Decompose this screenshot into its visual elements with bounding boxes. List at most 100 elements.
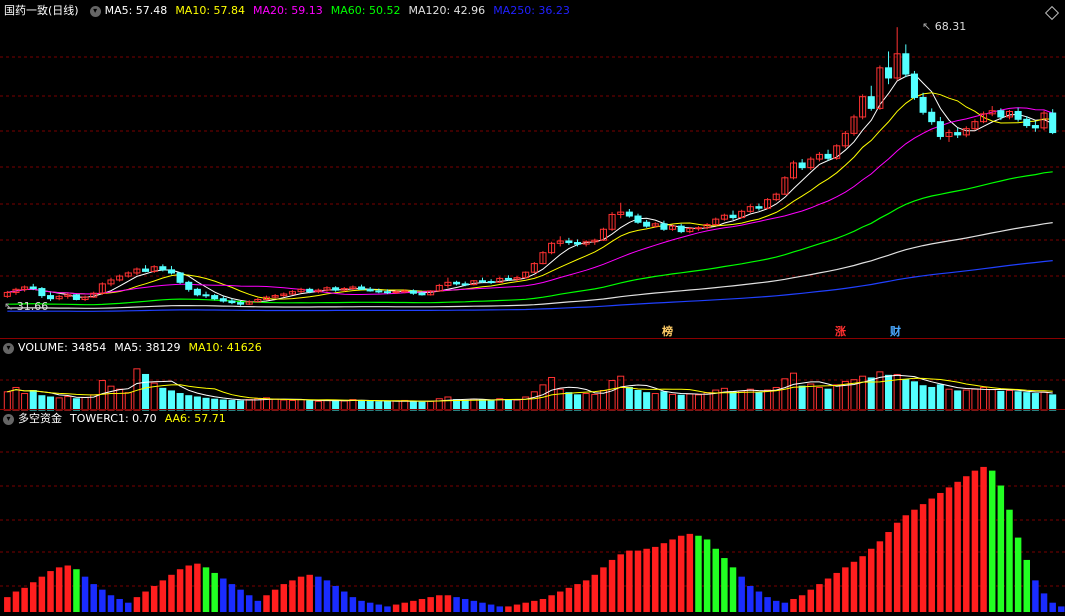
candle-body [634,215,642,223]
tower-bar [47,571,54,612]
volume-bar [107,385,115,411]
tower-bar [55,567,63,612]
tower-bar [263,595,270,612]
candle-body [46,295,55,300]
indicator-tower-0: TOWERC1: 0.70 [70,412,157,425]
volume-bar [142,373,150,411]
candle-body [228,300,236,304]
candle-body [478,280,487,283]
candle-body [729,214,737,219]
candle-body [237,302,245,305]
tower-bar [850,561,858,612]
tower-bar [176,569,184,612]
tower-bar [479,602,486,612]
tower-bar [911,509,918,612]
candle-body [1014,111,1022,120]
event-tag-cai[interactable]: 财 [890,323,901,339]
volume-bar [3,391,11,411]
volume-bar [686,393,694,411]
volume-bar [617,375,625,411]
candle-body [885,67,893,79]
tower-bar [29,582,37,612]
volume-menu-icon[interactable]: ▾ [3,342,14,354]
tower-bar [505,606,512,612]
tower-bar [781,602,789,612]
tower-bar [38,576,46,612]
tower-bar [280,584,288,612]
tower-bar [1040,593,1048,612]
candle-body [401,290,409,293]
tower-bar [159,580,167,612]
tower-bar [919,504,927,612]
candle-body [142,268,150,272]
tower-bar [816,584,823,612]
candle-body [461,283,469,286]
tower-bar [686,533,694,612]
tower-bar [384,606,391,612]
indicator-tower-1: AA6: 57.71 [164,412,226,425]
tower-bar [928,498,935,612]
tower-bar [21,587,28,612]
tower-bar [963,476,970,612]
tower-bar [289,580,296,612]
volume-bar [919,385,927,411]
tower-bar [90,584,97,612]
tower-bar [608,559,616,612]
event-tag-zhang[interactable]: 涨 [835,323,846,339]
volume-bar [694,394,702,411]
tower-menu-icon[interactable]: ▾ [3,413,14,425]
tower-bar [677,535,685,612]
panel-menu-icon[interactable]: ▾ [89,5,101,17]
tower-bar [254,600,262,612]
volume-bar [1005,390,1014,411]
candle-body [72,294,80,300]
volume-bar [997,390,1005,411]
volume-bar [677,394,685,411]
candle-body [366,288,374,292]
candle-body [1049,112,1057,134]
volume-bar [530,391,538,411]
volume-bar [21,393,29,411]
tower-bar [410,600,417,612]
event-tag-bang[interactable]: 榜 [662,323,673,339]
volume-bar [124,392,132,411]
high-price-label: ↖ 68.31 [922,20,967,33]
volume-bar [64,396,72,411]
volume-bar [867,377,875,411]
tower-bar [202,567,210,612]
tower-bar [444,595,452,612]
candle-body [504,277,512,280]
candle-body [660,223,668,230]
tower-bar [885,532,892,612]
tower-bar [297,576,305,612]
tower-bar [1049,602,1056,612]
volume-bar [824,388,832,411]
tower-panel-legend: ▾ 多空资金 TOWERC1: 0.70 AA6: 57.71 [0,411,234,427]
tower-bar [496,606,504,612]
volume-bar [815,386,823,411]
price-long-ma-line-1 [7,222,1053,309]
tower-bar [971,470,979,612]
tower-bar [168,574,175,612]
tower-bar [565,587,573,612]
volume-bar [1049,394,1057,411]
candle-body [694,227,702,230]
candle-body [383,291,391,294]
tower-bar [747,585,754,612]
tower-bar [436,595,443,612]
tower-bar [902,515,910,612]
tower-bar [660,543,668,612]
tower-bar [323,580,331,612]
volume-bar [591,393,599,411]
volume-bar [1040,391,1048,411]
volume-bar [962,389,970,411]
tower-bar [99,589,106,612]
candle-body [193,288,201,296]
candle-body [997,110,1005,118]
candle-body [625,211,633,217]
tower-bar [12,591,20,612]
candle-body [375,290,383,293]
candle-body [219,298,227,302]
indicator-price-3: MA60: 50.52 [330,4,401,17]
candle-body [928,111,936,123]
